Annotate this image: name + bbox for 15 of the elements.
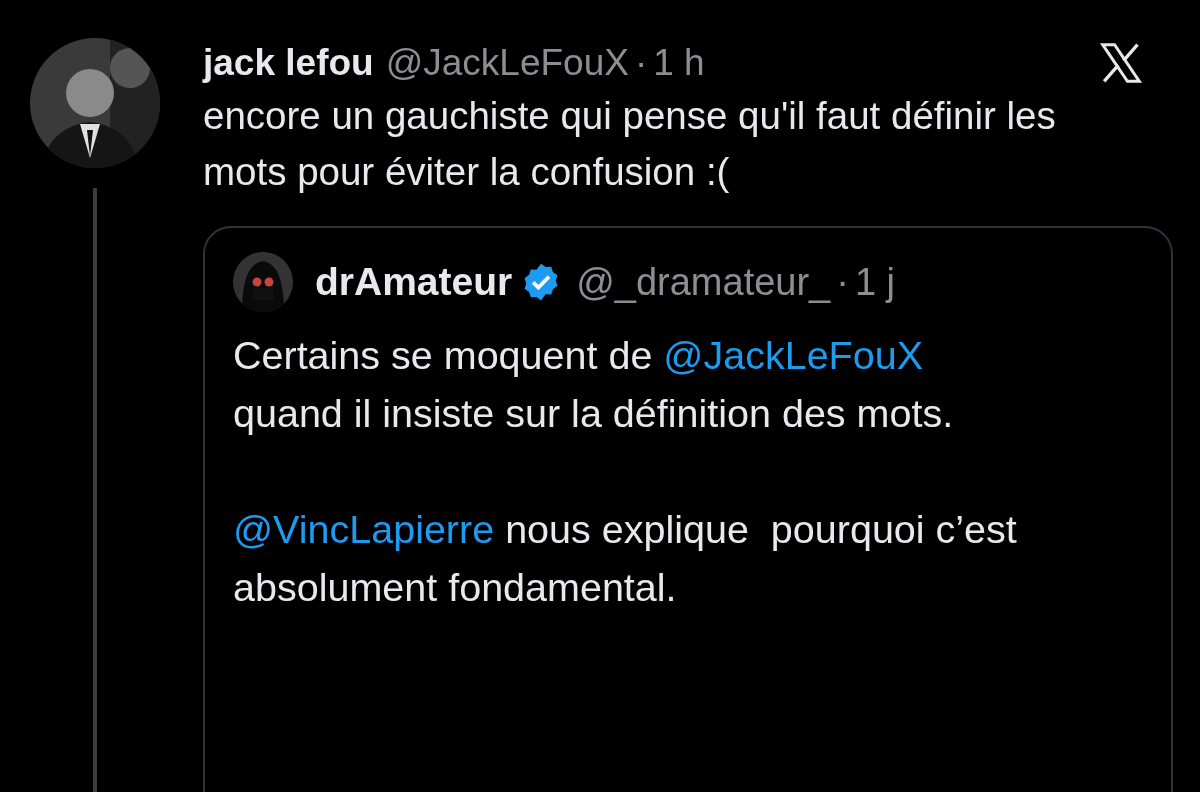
author-name[interactable]: jack lefou [203,42,374,84]
mention-link[interactable]: @VincLapierre [233,507,495,551]
post-text: encore un gauchiste qui pense qu'il faut définir les mots pour éviter la confusion :( [203,93,1057,195]
post-time[interactable]: 1 h [653,42,705,84]
mention-link[interactable]: @JackLeFouX [663,333,924,377]
author-handle[interactable]: @JackLeFouX [385,42,629,84]
quoted-author-name[interactable]: drAmateur [315,260,513,304]
quoted-post-paragraph: Certains se moquent de @JackLeFouX quand il insiste sur la définition des mots. [233,332,955,437]
quoted-post[interactable]: drAmateur @_dramateur_·1 j Certains se moquent de @JackLeFouX quand il insiste sur la définition des mots. @VincLapierre nous explique pourquoi c’est absolument fondamental. [203,226,1173,792]
x-logo-icon [1099,41,1143,85]
quoted-author-handle[interactable]: @_dramateur_ [576,260,831,304]
separator: · [836,260,849,304]
quoted-post-time: 1 j [854,260,896,304]
separator: · [634,42,648,84]
quoted-post-paragraph: @VincLapierre nous explique pourquoi c’est absolument fondamental. [233,506,1018,611]
